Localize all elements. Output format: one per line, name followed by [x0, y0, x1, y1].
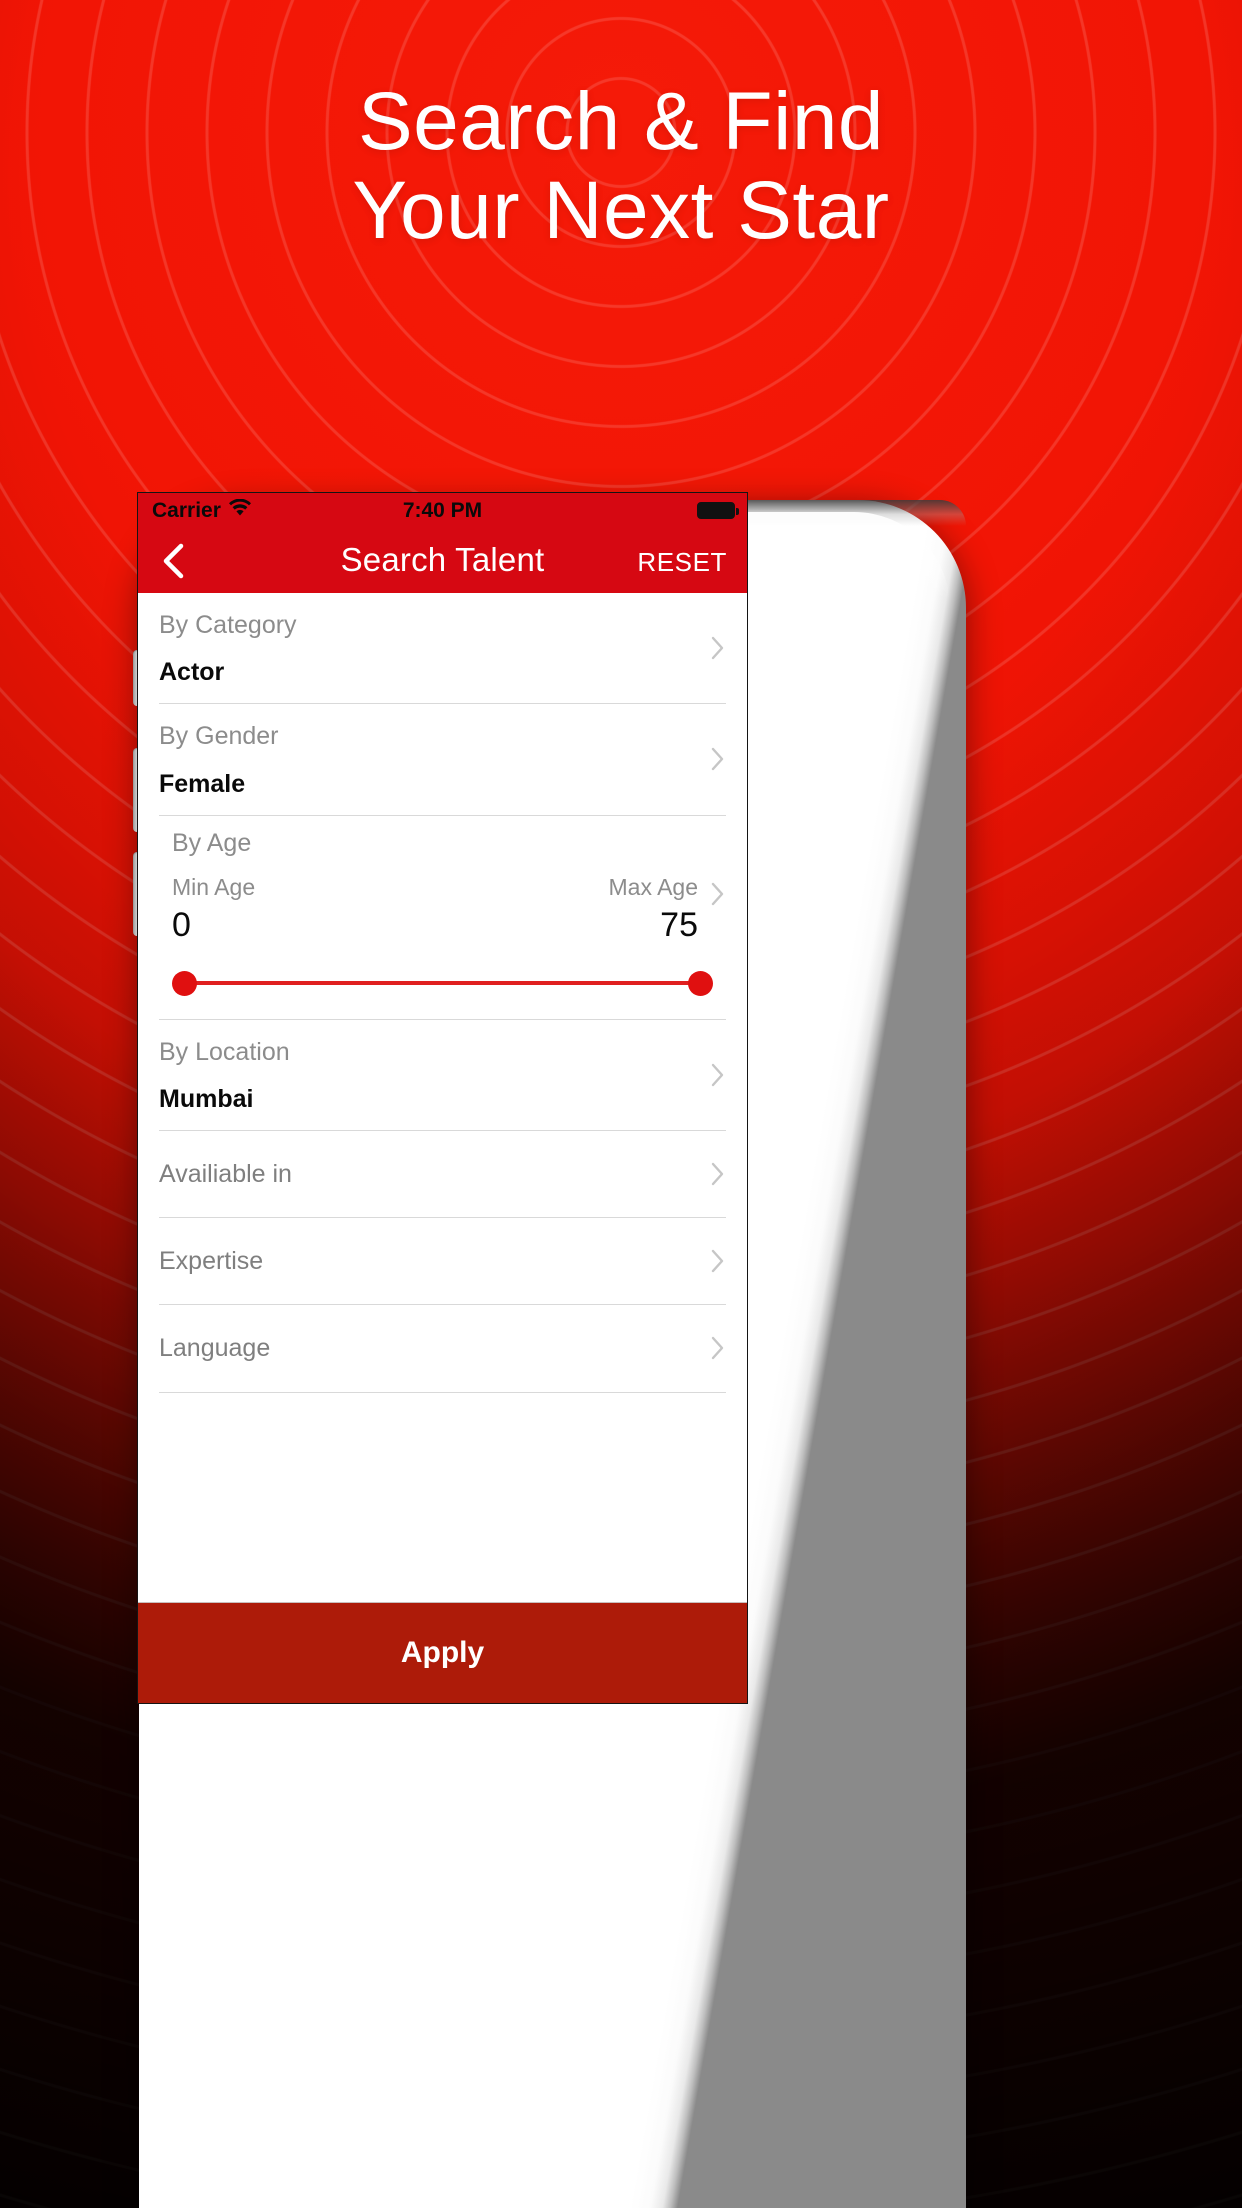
- navigation-bar: Search Talent RESET: [138, 529, 747, 593]
- filter-row-expertise[interactable]: Expertise: [159, 1218, 726, 1306]
- filter-row-gender[interactable]: By Gender Female: [159, 704, 726, 816]
- slider-thumb-max[interactable]: [688, 970, 713, 996]
- slider-thumb-min[interactable]: [172, 970, 197, 996]
- app-screen: Carrier 7:40 PM Search Talent RESET By C…: [138, 493, 747, 1703]
- filter-value: Mumbai: [159, 1084, 254, 1113]
- max-age-value: 75: [660, 905, 698, 944]
- promo-headline: Search & Find Your Next Star: [0, 76, 1242, 256]
- list-bottom-spacer: [138, 1392, 747, 1453]
- promo-screenshot: Search & Find Your Next Star Carrier 7:4…: [0, 0, 1242, 2208]
- age-range-values: Min Age 0 Max Age 75: [159, 874, 726, 945]
- age-filter-label: By Age: [172, 828, 252, 857]
- chevron-right-icon: [711, 1162, 724, 1186]
- filter-label: Availiable in: [159, 1159, 292, 1188]
- promo-headline-line-1: Search & Find: [357, 76, 885, 167]
- reset-button[interactable]: RESET: [637, 547, 727, 578]
- status-bar: Carrier 7:40 PM: [138, 493, 747, 529]
- filter-row-age[interactable]: By Age Min Age 0 Max Age 75: [159, 816, 726, 1020]
- promo-headline-line-2: Your Next Star: [352, 164, 890, 256]
- chevron-right-icon: [711, 882, 724, 906]
- slider-track: [185, 980, 700, 985]
- filter-label: Expertise: [159, 1247, 264, 1275]
- chevron-right-icon: [711, 1063, 724, 1087]
- chevron-right-icon: [711, 747, 724, 771]
- status-bar-time: 7:40 PM: [402, 499, 483, 522]
- filter-value: Actor: [159, 658, 225, 687]
- filter-label: By Category: [159, 611, 297, 639]
- chevron-right-icon: [711, 1336, 724, 1360]
- min-age-value: 0: [172, 905, 191, 944]
- max-age-group: Max Age 75: [609, 874, 699, 945]
- filter-row-language[interactable]: Language: [159, 1305, 726, 1393]
- age-range-slider[interactable]: [172, 970, 713, 996]
- filter-row-category[interactable]: By Category Actor: [159, 593, 726, 705]
- filter-label: Language: [159, 1334, 271, 1363]
- min-age-label: Min Age: [172, 873, 256, 900]
- status-bar-right: [697, 502, 739, 519]
- filter-label: By Location: [159, 1037, 290, 1066]
- battery-full-icon: [697, 502, 739, 519]
- min-age-group: Min Age 0: [172, 874, 255, 945]
- max-age-label: Max Age: [608, 873, 699, 900]
- filter-list: By Category Actor By Gender Female By Ag…: [138, 593, 747, 1453]
- chevron-right-icon: [711, 1249, 724, 1273]
- phone-screen-bezel: Carrier 7:40 PM Search Talent RESET By C…: [137, 492, 748, 1704]
- chevron-right-icon: [711, 636, 724, 660]
- filter-label: By Gender: [159, 722, 279, 751]
- filter-value: Female: [159, 769, 246, 798]
- filter-row-location[interactable]: By Location Mumbai: [159, 1020, 726, 1131]
- filter-row-available-in[interactable]: Availiable in: [159, 1131, 726, 1218]
- apply-button[interactable]: Apply: [138, 1602, 747, 1703]
